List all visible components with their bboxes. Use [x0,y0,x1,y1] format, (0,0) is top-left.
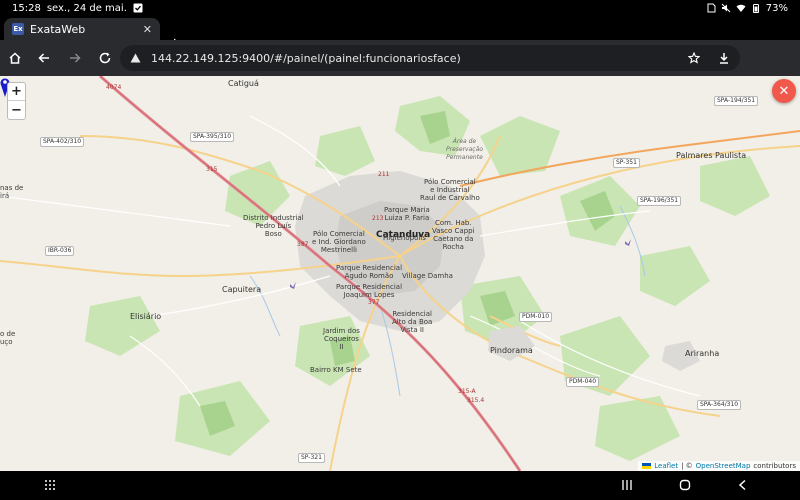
home-icon [9,52,21,64]
tab-title: ExataWeb [30,22,86,36]
map-label-ariranha: Ariranha [685,349,720,358]
road-tag-spa364: SPA-364/310 [697,400,742,410]
map-label-village: Village Damha [402,272,453,280]
road-tag-315: 315 [206,166,218,173]
close-tab-icon[interactable]: ✕ [143,23,152,36]
road-tag-sp321: SP-321 [298,453,325,463]
recents-button[interactable] [617,477,637,493]
favicon-icon: Ex [12,23,24,35]
home-nav-button[interactable] [675,477,695,493]
forward-button[interactable] [60,43,90,73]
status-bar: 15:28 sex., 24 de mai. 73% [0,0,800,16]
reload-button[interactable] [90,43,120,73]
status-date: sex., 24 de mai. [46,2,127,14]
attribution-contributors: contributors [753,462,796,470]
road-tag-211: 211 [378,171,390,178]
wifi-icon [736,3,746,13]
leaflet-link[interactable]: Leaflet [654,462,678,470]
status-time: 15:28 [12,2,41,14]
home-circle-icon [679,479,691,491]
map-label-distrito: Distrito Industrial Pedro Luís Boso [243,214,304,238]
map-label-pindorama: Pindorama [490,346,533,355]
download-icon[interactable] [718,52,730,64]
map-label-capuitera: Capuitera [222,285,262,294]
road-tag-213: 213 [372,215,384,222]
attribution-separator: | © [681,462,693,470]
reload-icon [99,52,111,64]
road-tag-pdm040: PDM-040 [566,377,600,387]
map-label-higienopolis: Higienópolis [383,234,426,242]
back-button[interactable] [29,43,59,73]
map-label-agudo: Parque Residencial Agudo Romão [336,264,403,280]
road-tag-4074: 4074 [106,84,122,91]
zoom-control: + − [7,82,26,120]
road-tag-spa395: SPA-395/310 [190,132,235,142]
road-tag-3154: 315.4 [467,397,485,404]
map-label-polo-raul: Pólo Comercial e Industrial Raul de Carv… [420,178,480,202]
zoom-out-button[interactable]: − [8,101,25,119]
road-tag-spa194: SPA-194/351 [714,96,759,106]
browser-tab[interactable]: Ex ExataWeb ✕ [4,18,160,40]
map-label-left-edge-1: nas de irá [0,184,24,200]
map-attribution: Leaflet | © OpenStreetMap contributors [638,461,800,471]
road-tag-sp351: SP-351 [613,158,640,168]
back-arrow-icon [38,53,49,63]
sd-card-icon [706,3,716,13]
back-chevron-icon [738,479,746,491]
bookmark-star-icon[interactable] [688,52,700,64]
road-tag-315a: 315-A [458,388,476,395]
forward-arrow-icon [70,53,81,63]
home-button[interactable] [0,43,30,73]
android-screen: 15:28 sex., 24 de mai. 73% Ex ExataWeb ✕… [0,0,800,500]
road-tag-spa196: SPA-196/351 [637,196,682,206]
browser-toolbar: 144.22.149.125:9400/#/painel/(painel:fun… [0,40,800,106]
road-tag-387: 387 [297,241,309,248]
road-tag-spa402: SPA-402/310 [40,137,85,147]
close-map-button[interactable]: ✕ [772,79,796,103]
recents-icon [622,480,632,490]
map-label-alto-boa: Residencial Alto da Boa Vista II [392,310,433,334]
road-tag-ibr036: IBR-036 [45,246,75,256]
address-bar[interactable]: 144.22.149.125:9400/#/painel/(painel:fun… [120,45,740,71]
ukraine-flag-icon [642,463,652,469]
map-label-left-edge-2: o de uço [0,330,16,346]
map-label-joaquim: Parque Residencial Joaquim Lopes [336,283,403,299]
map-label-bairro: Bairro KM Sete [310,366,362,374]
android-nav-bar [0,471,800,500]
checkbox-notification-icon [133,3,143,13]
map-label-parque-maria: Parque Maria Luiza P. Faria [384,206,430,222]
battery-level: 73% [765,2,788,14]
warning-icon [130,53,141,63]
mute-icon [721,3,731,13]
zoom-in-button[interactable]: + [8,83,25,101]
map-label-palmares: Palmares Paulista [676,151,747,160]
url-text[interactable]: 144.22.149.125:9400/#/painel/(painel:fun… [151,52,461,65]
tab-strip: Ex ExataWeb ✕ + [0,16,800,53]
map-view[interactable]: Catiguá Catanduva Pindorama Palmares Pau… [0,76,800,471]
road-tag-pdm010: PDM-010 [519,312,553,322]
map-label-elisiario: Elisiário [130,312,162,321]
map-label-com-hab: Com. Hab. Vasco Cappi Caetano da Rocha [432,219,475,251]
map-label-jardim: Jardim dos Coqueiros II [323,327,360,351]
road-tag-377: 377 [368,299,380,306]
battery-icon [751,3,761,13]
osm-link[interactable]: OpenStreetMap [696,462,751,470]
apps-grid-icon [45,480,55,490]
map-label-polo-giordano: Pólo Comercial e Ind. Giordano Mestrinel… [312,230,366,254]
back-nav-button[interactable] [733,477,753,493]
app-drawer-button[interactable] [40,477,60,493]
map-label-area-preservacao: Área de Preservação Permanente [446,138,483,161]
map-label-catigua: Catiguá [228,79,259,88]
